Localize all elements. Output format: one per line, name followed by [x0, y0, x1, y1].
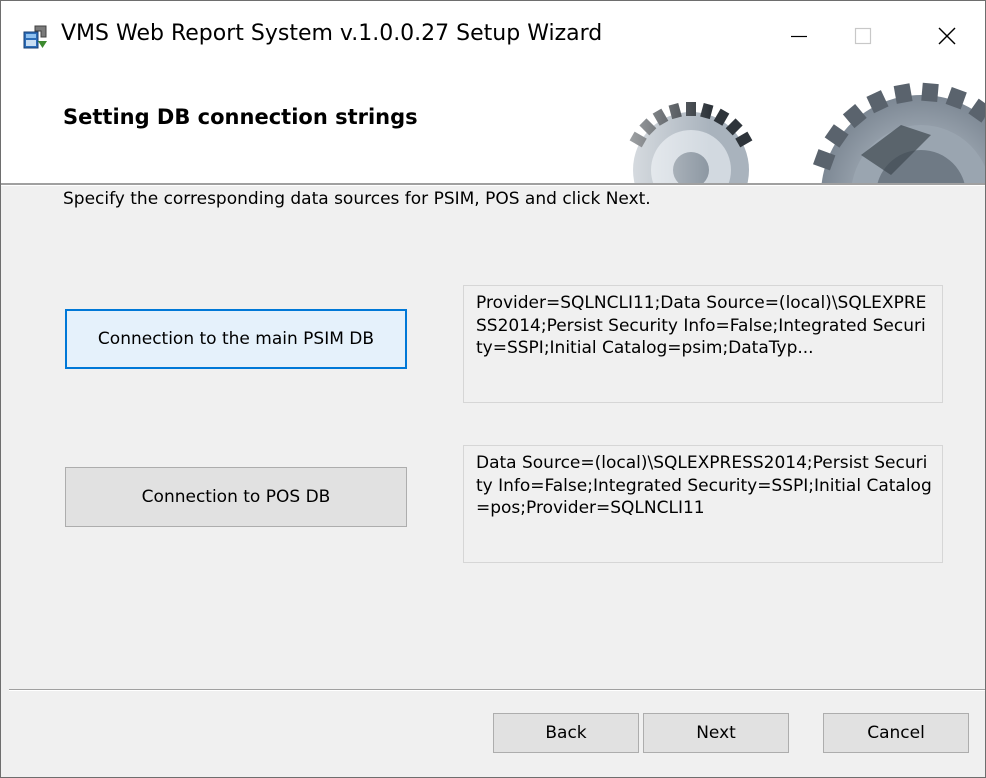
gears-graphic: [561, 75, 985, 183]
page-title: Setting DB connection strings: [63, 105, 418, 129]
close-button[interactable]: [917, 11, 977, 61]
pos-connection-button[interactable]: Connection to POS DB: [65, 467, 407, 527]
title-bar[interactable]: VMS Web Report System v.1.0.0.27 Setup W…: [1, 1, 985, 75]
setup-wizard-window: VMS Web Report System v.1.0.0.27 Setup W…: [0, 0, 986, 778]
next-button[interactable]: Next: [643, 713, 789, 753]
maximize-icon: [854, 27, 872, 45]
psim-connection-string: Provider=SQLNCLI11;Data Source=(local)\S…: [463, 285, 943, 403]
footer-divider: [9, 689, 985, 691]
instruction-text: Specify the corresponding data sources f…: [63, 189, 651, 209]
banner-divider: [1, 183, 985, 186]
pos-connection-string: Data Source=(local)\SQLEXPRESS2014;Persi…: [463, 445, 943, 563]
wizard-banner: Setting DB connection strings: [1, 75, 985, 183]
minimize-button[interactable]: [769, 11, 829, 61]
installer-icon: [21, 23, 49, 51]
window-title: VMS Web Report System v.1.0.0.27 Setup W…: [61, 21, 603, 46]
close-icon: [938, 27, 956, 45]
cancel-button[interactable]: Cancel: [823, 713, 969, 753]
maximize-button[interactable]: [833, 11, 893, 61]
psim-connection-button[interactable]: Connection to the main PSIM DB: [65, 309, 407, 369]
back-button[interactable]: Back: [493, 713, 639, 753]
minimize-icon: [791, 35, 807, 38]
